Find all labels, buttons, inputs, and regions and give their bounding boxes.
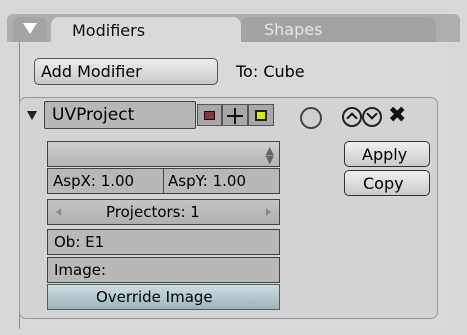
aspx-label: AspX: 1.00 [53,172,135,190]
copy-label: Copy [363,174,404,193]
select-arrows-icon: ▲ ▼ [265,144,274,166]
tab-shapes-label: Shapes [264,20,323,39]
apply-button[interactable]: Apply [344,141,430,167]
projectors-label: Projectors: 1 [106,203,200,221]
add-modifier-button[interactable]: Add Modifier [34,58,218,85]
override-image-toggle[interactable]: Override Image [47,284,280,310]
aspect-row: AspX: 1.00 AspY: 1.00 [47,168,280,194]
editmode-toggle-button[interactable] [248,104,274,126]
render-toggle-button[interactable] [197,104,222,126]
image-label: Image: [54,261,107,279]
move-down-icon [366,108,378,120]
realtime-toggle-button[interactable] [222,104,248,126]
modifier-name: UVProject [52,105,135,125]
target-object-label: To: Cube [236,62,305,81]
image-field[interactable]: Image: [47,257,280,283]
copy-button[interactable]: Copy [344,170,430,196]
decrement-arrow-icon[interactable] [56,208,61,216]
increment-arrow-icon[interactable] [266,208,271,216]
projectors-stepper[interactable]: Projectors: 1 [47,199,280,225]
editmode-icon [255,110,267,121]
render-icon [204,111,215,120]
delete-icon[interactable]: ✖ [388,103,406,128]
projector-object-field[interactable]: Ob: E1 [47,229,280,255]
aspy-label: AspY: 1.00 [168,172,246,190]
ob-label: Ob: E1 [54,233,105,251]
move-up-icon [346,112,358,124]
override-image-label: Override Image [96,288,213,306]
aspx-field[interactable]: AspX: 1.00 [48,169,164,193]
expand-triangle-icon[interactable] [27,111,37,120]
move-down-button[interactable] [362,107,382,127]
aspy-field[interactable]: AspY: 1.00 [164,169,279,193]
tab-shapes[interactable]: Shapes [241,17,436,42]
cage-toggle-button[interactable] [300,107,322,129]
add-modifier-label: Add Modifier [41,62,142,81]
move-up-button[interactable] [342,107,362,127]
collapse-triangle-icon [23,23,37,34]
tab-modifiers[interactable]: Modifiers [51,17,241,43]
apply-label: Apply [362,145,408,164]
projection-type-select[interactable]: ▲ ▼ [47,141,280,167]
tab-modifiers-label: Modifiers [72,21,146,40]
panel-collapse-button[interactable] [13,17,47,42]
modifier-name-field[interactable]: UVProject [44,101,196,129]
